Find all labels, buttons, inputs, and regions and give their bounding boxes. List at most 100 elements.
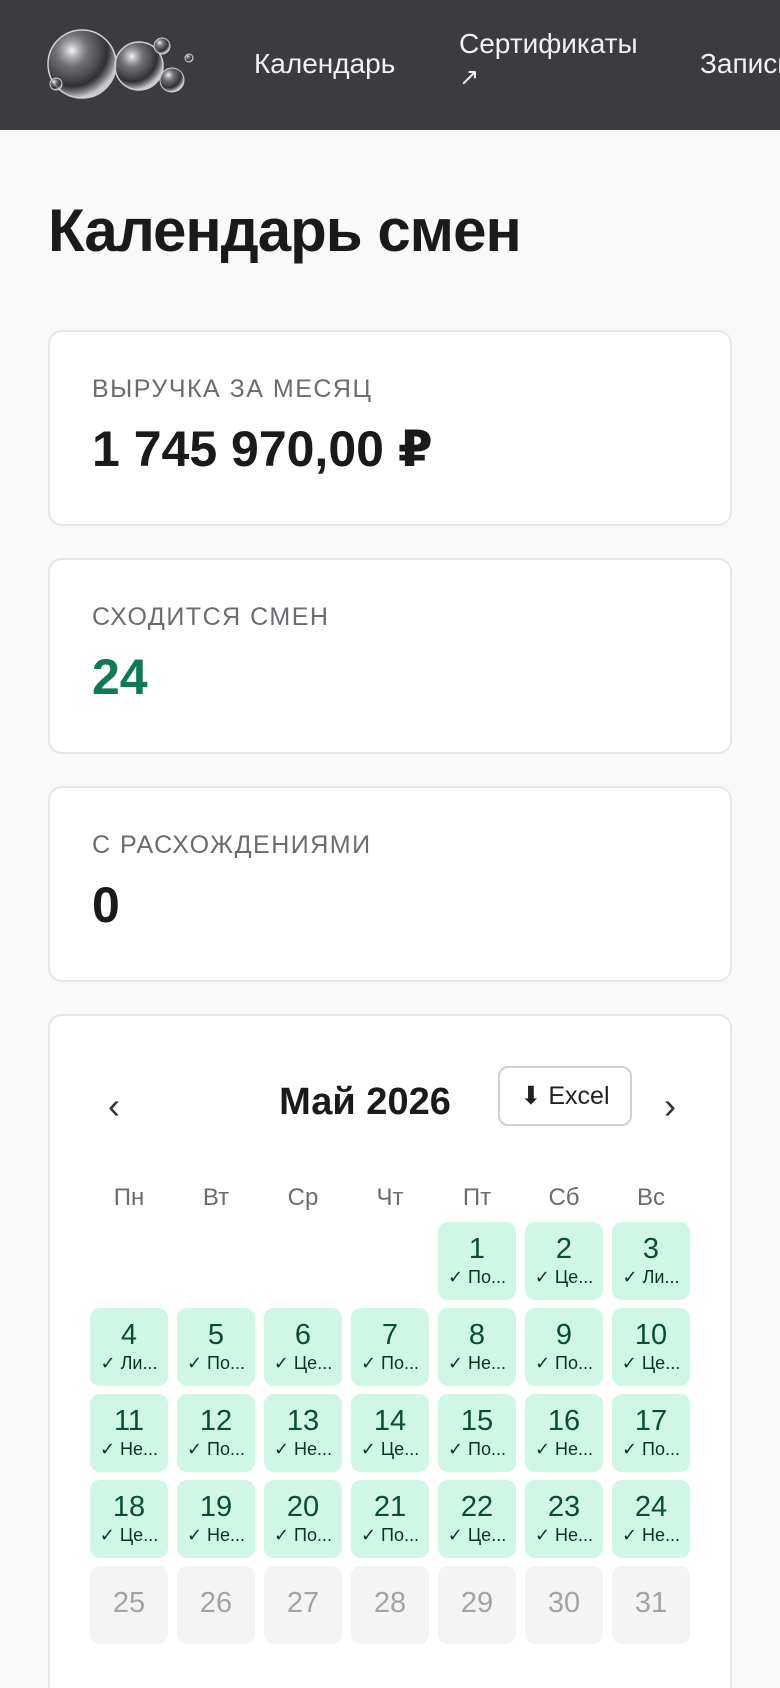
bubbles-logo[interactable] bbox=[44, 24, 204, 104]
day-number: 17 bbox=[634, 1405, 668, 1437]
day-shift-note: ✓ По... bbox=[621, 1439, 681, 1459]
day-number: 29 bbox=[460, 1587, 494, 1619]
nav-item-calendar[interactable]: Календарь bbox=[254, 46, 395, 82]
excel-export-button[interactable]: ⬇ Excel bbox=[498, 1066, 632, 1126]
nav-item-records[interactable]: Записи bbox=[700, 46, 780, 82]
calendar-day-22[interactable]: 22 ✓ Це... bbox=[438, 1480, 516, 1558]
calendar-day-18[interactable]: 18 ✓ Це... bbox=[90, 1480, 168, 1558]
day-number: 13 bbox=[286, 1405, 320, 1437]
day-number: 8 bbox=[468, 1319, 486, 1351]
calendar-day-6[interactable]: 6 ✓ Це... bbox=[264, 1308, 342, 1386]
calendar-day-29[interactable]: 29 bbox=[438, 1566, 516, 1644]
calendar-day-3[interactable]: 3 ✓ Ли... bbox=[612, 1222, 690, 1300]
day-number: 14 bbox=[373, 1405, 407, 1437]
calendar-day-9[interactable]: 9 ✓ По... bbox=[525, 1308, 603, 1386]
top-navigation-bar: Календарь Сертификаты ↗ Записи bbox=[0, 0, 780, 130]
day-shift-note: ✓ Це... bbox=[621, 1353, 681, 1373]
weekday-label: Ср bbox=[287, 1184, 319, 1211]
day-shift-note: ✓ Не... bbox=[99, 1439, 159, 1459]
day-number: 26 bbox=[199, 1587, 233, 1619]
stat-value: 0 bbox=[92, 877, 120, 933]
day-number: 16 bbox=[547, 1405, 581, 1437]
calendar-day-1[interactable]: 1 ✓ По... bbox=[438, 1222, 516, 1300]
day-shift-note: ✓ По... bbox=[447, 1439, 507, 1459]
day-number: 6 bbox=[294, 1319, 312, 1351]
day-shift-note: ✓ Це... bbox=[273, 1353, 333, 1373]
calendar-day-2[interactable]: 2 ✓ Це... bbox=[525, 1222, 603, 1300]
stat-card-matched-shifts: СХОДИТСЯ СМЕН 24 bbox=[48, 558, 732, 754]
day-shift-note: ✓ Це... bbox=[447, 1525, 507, 1545]
calendar-day-23[interactable]: 23 ✓ Не... bbox=[525, 1480, 603, 1558]
calendar-day-5[interactable]: 5 ✓ По... bbox=[177, 1308, 255, 1386]
stat-value: 1 745 970,00 ₽ bbox=[92, 421, 433, 477]
day-number: 18 bbox=[112, 1491, 146, 1523]
calendar-day-13[interactable]: 13 ✓ Не... bbox=[264, 1394, 342, 1472]
weekday-header: Пн Вт Ср Чт Пт Сб Вс bbox=[90, 1178, 698, 1218]
day-number: 3 bbox=[642, 1233, 660, 1265]
day-shift-note: ✓ По... bbox=[447, 1267, 507, 1287]
day-number: 1 bbox=[468, 1233, 486, 1265]
calendar-day-15[interactable]: 15 ✓ По... bbox=[438, 1394, 516, 1472]
calendar-day-20[interactable]: 20 ✓ По... bbox=[264, 1480, 342, 1558]
day-shift-note: ✓ По... bbox=[186, 1353, 246, 1373]
calendar-day-16[interactable]: 16 ✓ Не... bbox=[525, 1394, 603, 1472]
day-shift-note: ✓ Це... bbox=[534, 1267, 594, 1287]
day-number: 4 bbox=[120, 1319, 138, 1351]
day-grid: 1 ✓ По... 2 ✓ Це... 3 ✓ Ли... 4 ✓ Ли... 5 ✓ По...… bbox=[90, 1222, 698, 1644]
nav-item-certificates[interactable]: Сертификаты ↗ bbox=[459, 26, 638, 94]
day-number: 9 bbox=[555, 1319, 573, 1351]
calendar-day-14[interactable]: 14 ✓ Це... bbox=[351, 1394, 429, 1472]
calendar-day-17[interactable]: 17 ✓ По... bbox=[612, 1394, 690, 1472]
next-month-button[interactable]: › bbox=[650, 1078, 690, 1134]
calendar-day-25[interactable]: 25 bbox=[90, 1566, 168, 1644]
day-shift-note: ✓ Ли... bbox=[100, 1353, 158, 1373]
calendar-day-7[interactable]: 7 ✓ По... bbox=[351, 1308, 429, 1386]
calendar-day-28[interactable]: 28 bbox=[351, 1566, 429, 1644]
stat-card-revenue: ВЫРУЧКА ЗА МЕСЯЦ 1 745 970,00 ₽ bbox=[48, 330, 732, 526]
day-number: 2 bbox=[555, 1233, 573, 1265]
day-number: 12 bbox=[199, 1405, 233, 1437]
calendar-day-10[interactable]: 10 ✓ Це... bbox=[612, 1308, 690, 1386]
calendar-day-19[interactable]: 19 ✓ Не... bbox=[177, 1480, 255, 1558]
weekday-label: Пт bbox=[462, 1184, 492, 1211]
day-number: 22 bbox=[460, 1491, 494, 1523]
calendar-day-27[interactable]: 27 bbox=[264, 1566, 342, 1644]
calendar-day-26[interactable]: 26 bbox=[177, 1566, 255, 1644]
stat-card-discrepancies: С РАСХОЖДЕНИЯМИ 0 bbox=[48, 786, 732, 982]
calendar-day-24[interactable]: 24 ✓ Не... bbox=[612, 1480, 690, 1558]
day-number: 5 bbox=[207, 1319, 225, 1351]
day-number: 24 bbox=[634, 1491, 668, 1523]
day-shift-note: ✓ Не... bbox=[447, 1353, 507, 1373]
day-shift-note: ✓ По... bbox=[273, 1525, 333, 1545]
day-shift-note: ✓ По... bbox=[360, 1525, 420, 1545]
stat-label: ВЫРУЧКА ЗА МЕСЯЦ bbox=[92, 375, 373, 403]
weekday-label: Вс bbox=[636, 1184, 665, 1211]
calendar-day-8[interactable]: 8 ✓ Не... bbox=[438, 1308, 516, 1386]
day-shift-note: ✓ По... bbox=[186, 1439, 246, 1459]
day-number: 11 bbox=[113, 1405, 145, 1437]
weekday-label: Сб bbox=[548, 1184, 580, 1211]
calendar-day-4[interactable]: 4 ✓ Ли... bbox=[90, 1308, 168, 1386]
external-link-icon: ↗ bbox=[459, 64, 480, 91]
day-shift-note: ✓ Не... bbox=[273, 1439, 333, 1459]
prev-month-button[interactable]: ‹ bbox=[94, 1078, 134, 1134]
day-shift-note: ✓ По... bbox=[360, 1353, 420, 1373]
calendar-day-11[interactable]: 11 ✓ Не... bbox=[90, 1394, 168, 1472]
day-number: 25 bbox=[112, 1587, 146, 1619]
day-number: 19 bbox=[199, 1491, 233, 1523]
day-number: 30 bbox=[547, 1587, 581, 1619]
day-number: 28 bbox=[373, 1587, 407, 1619]
day-number: 10 bbox=[634, 1319, 668, 1351]
calendar-day-21[interactable]: 21 ✓ По... bbox=[351, 1480, 429, 1558]
weekday-label: Вт bbox=[202, 1184, 230, 1211]
calendar-day-12[interactable]: 12 ✓ По... bbox=[177, 1394, 255, 1472]
weekday-label: Пн bbox=[113, 1184, 145, 1211]
page-title: Календарь смен bbox=[48, 197, 522, 264]
day-shift-note: ✓ Не... bbox=[186, 1525, 246, 1545]
nav-item-certificates-label: Сертификаты bbox=[459, 28, 638, 59]
stat-label: С РАСХОЖДЕНИЯМИ bbox=[92, 831, 372, 859]
day-number: 7 bbox=[381, 1319, 399, 1351]
calendar-day-31[interactable]: 31 bbox=[612, 1566, 690, 1644]
month-title: Май 2026 bbox=[279, 1081, 451, 1123]
calendar-day-30[interactable]: 30 bbox=[525, 1566, 603, 1644]
